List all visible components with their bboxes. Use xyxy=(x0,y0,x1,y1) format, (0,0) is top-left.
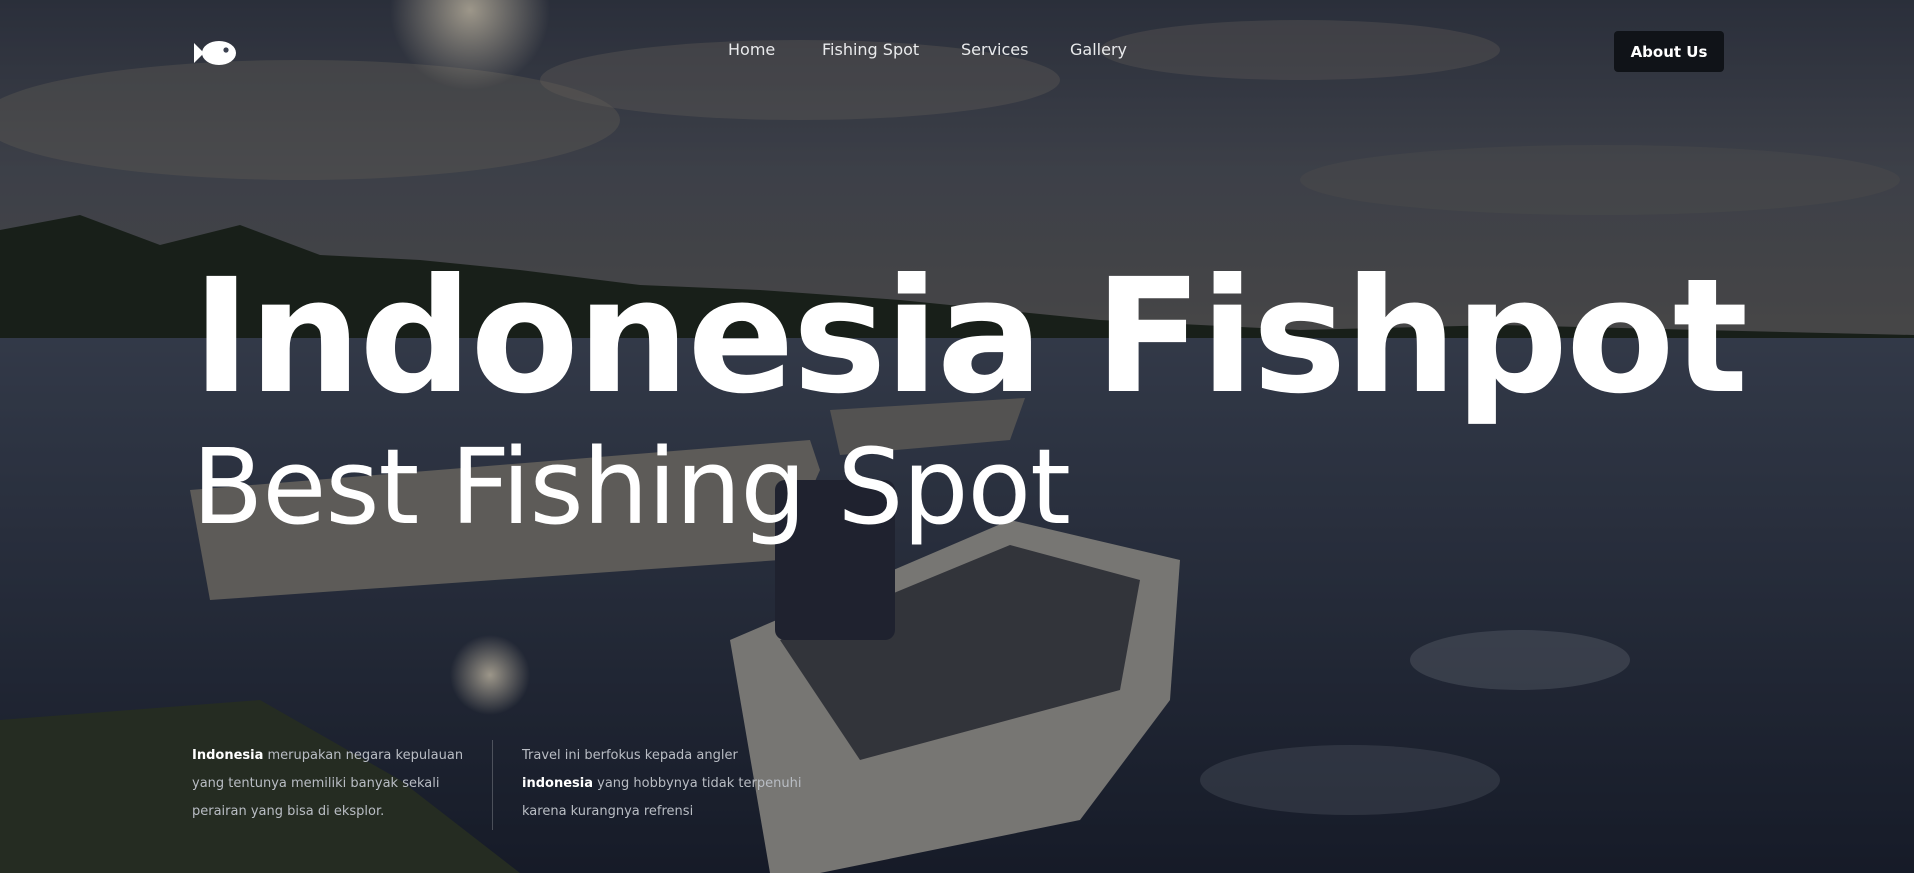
nav-link-services[interactable]: Services xyxy=(961,40,1028,59)
description-left-bold: Indonesia xyxy=(192,748,264,763)
description-right-text: Travel ini berfokus kepada angler xyxy=(522,748,738,763)
nav-link-home[interactable]: Home xyxy=(728,40,775,59)
hero-section: Home Fishing Spot Services Gallery About… xyxy=(0,0,1914,873)
about-us-button[interactable]: About Us xyxy=(1614,31,1724,72)
description-right: Travel ini berfokus kepada angler indone… xyxy=(522,742,812,826)
top-navigation: Home Fishing Spot Services Gallery About… xyxy=(0,0,1914,104)
hero-subtitle: Best Fishing Spot xyxy=(192,426,1071,548)
description-divider xyxy=(492,740,493,830)
hero-title: Indonesia Fishpot xyxy=(192,245,1748,429)
nav-link-fishing-spot[interactable]: Fishing Spot xyxy=(822,40,919,59)
description-right-bold: indonesia xyxy=(522,776,593,791)
description-left: Indonesia merupakan negara kepulauan yan… xyxy=(192,742,487,826)
nav-link-gallery[interactable]: Gallery xyxy=(1070,40,1127,59)
